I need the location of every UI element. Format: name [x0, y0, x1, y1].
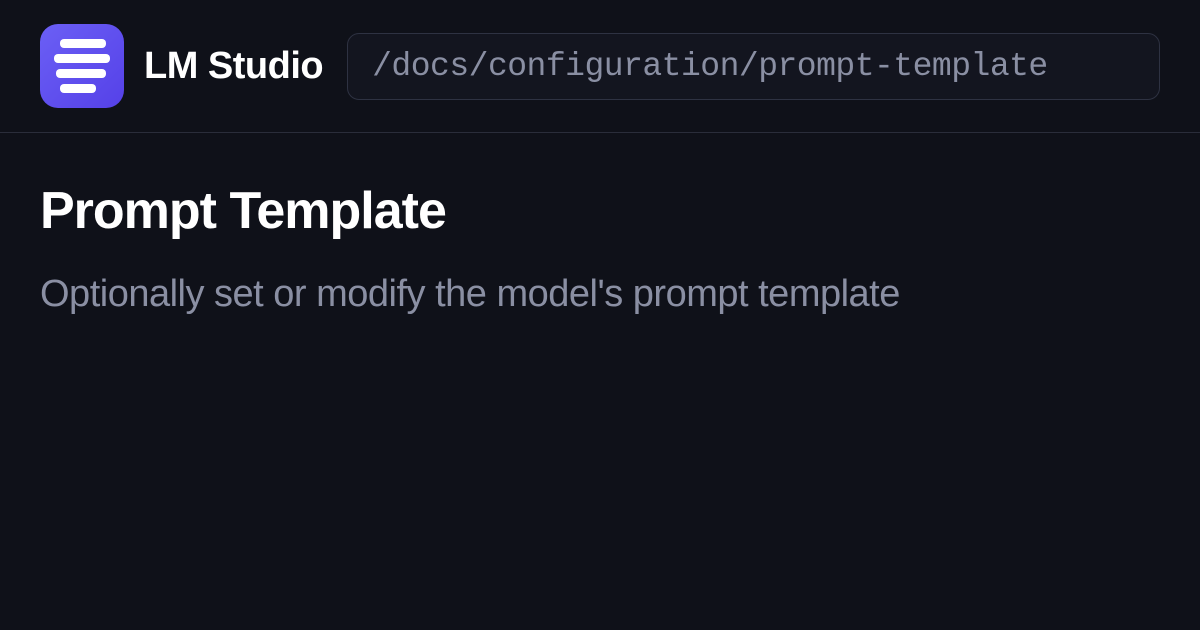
header: LM Studio /docs/configuration/prompt-tem… [0, 0, 1200, 133]
app-logo-icon [40, 24, 124, 108]
page-title: Prompt Template [40, 181, 1160, 241]
logo-block: LM Studio [40, 24, 323, 108]
app-name: LM Studio [144, 45, 323, 88]
doc-path-badge: /docs/configuration/prompt-template [347, 33, 1160, 100]
page-description: Optionally set or modify the model's pro… [40, 269, 1090, 320]
content: Prompt Template Optionally set or modify… [0, 133, 1200, 368]
